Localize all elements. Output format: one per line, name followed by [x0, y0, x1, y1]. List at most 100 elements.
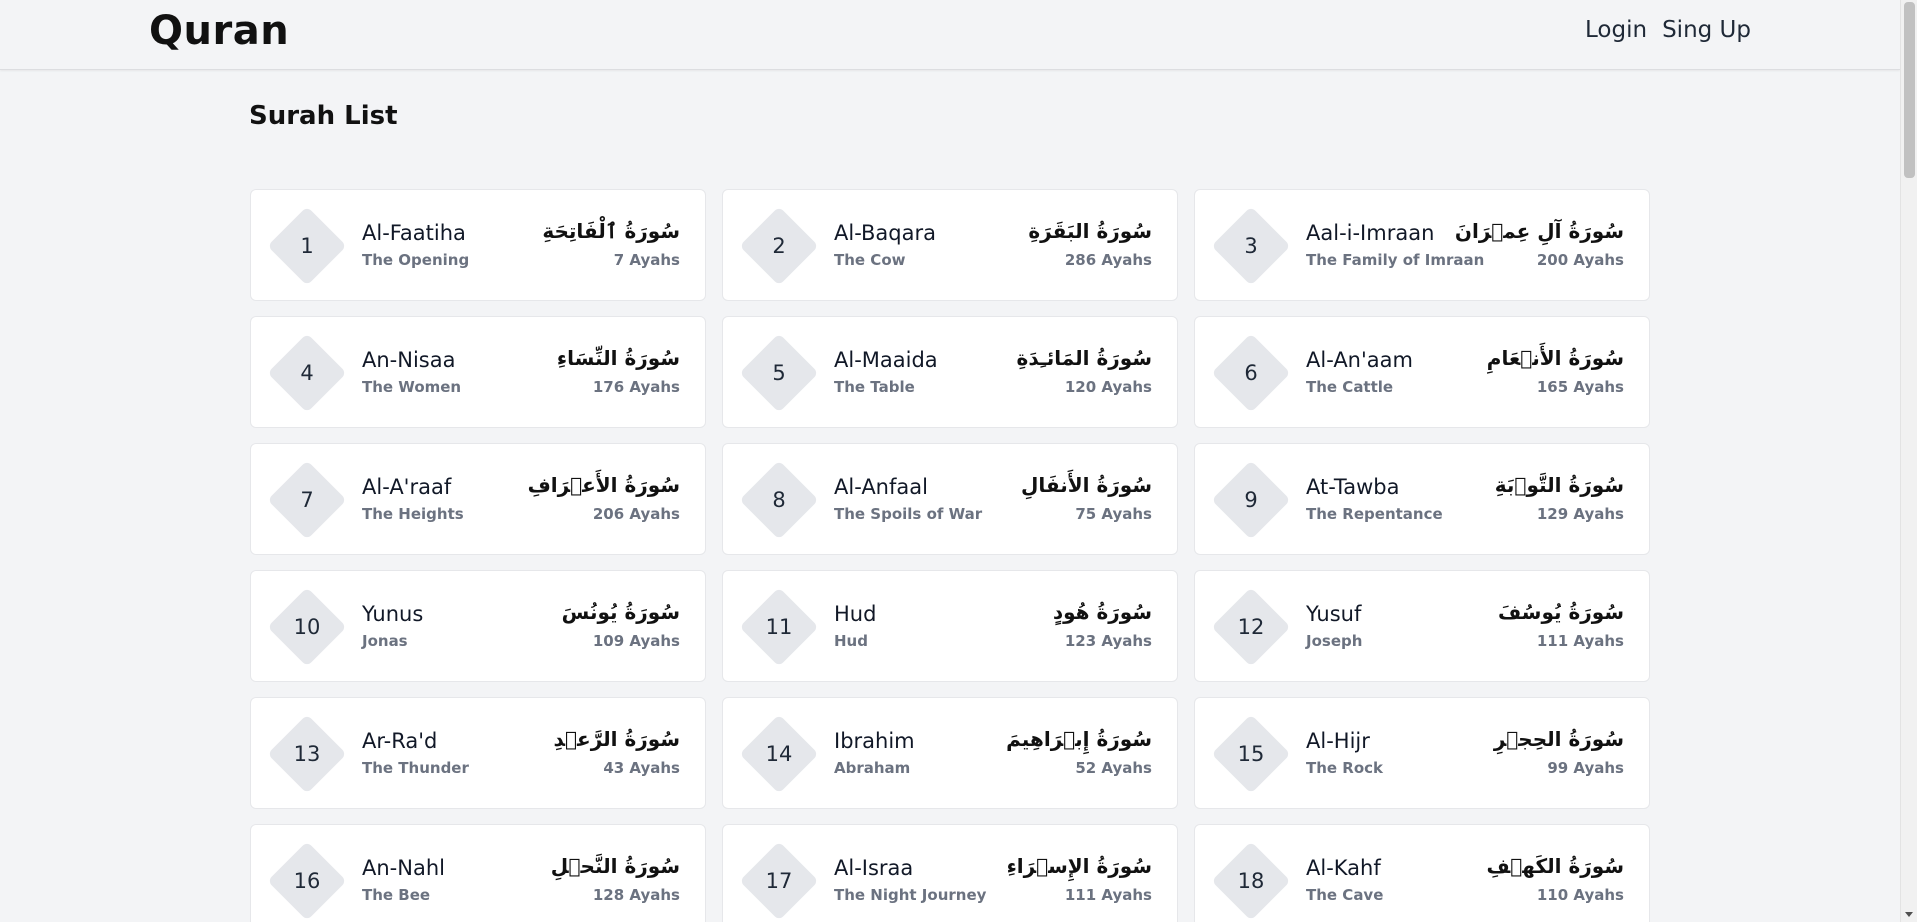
- surah-card[interactable]: 14 Ibrahim Abraham سُورَةُ إِبۡرَاهِيمَ 52 A…: [722, 697, 1178, 809]
- surah-card[interactable]: 4 An-Nisaa The Women سُورَةُ النِّسَاءِ 176 …: [250, 316, 706, 428]
- surah-arabic-name: سُورَةُ إِبۡرَاهِيمَ: [1006, 727, 1152, 751]
- surah-ayah-count: 109 Ayahs: [592, 632, 680, 650]
- surah-ayah-count: 43 Ayahs: [603, 759, 680, 777]
- surah-name: Al-An'aam: [1306, 348, 1413, 372]
- surah-card[interactable]: 1 Al-Faatiha The Opening سُورَةُ ٱلْفَاتِحَ…: [250, 189, 706, 301]
- surah-card[interactable]: 13 Ar-Ra'd The Thunder سُورَةُ الرَّعۡدِ 43 …: [250, 697, 706, 809]
- surah-meaning: Jonas: [362, 632, 408, 650]
- brand-logo[interactable]: Quran: [149, 8, 289, 54]
- surah-card[interactable]: 6 Al-An'aam The Cattle سُورَةُ الأَنۡعَامِ 1…: [1194, 316, 1650, 428]
- surah-ayah-count: 110 Ayahs: [1536, 886, 1624, 904]
- surah-name: Ibrahim: [834, 729, 915, 753]
- nav-links: Login Sing Up: [1585, 17, 1751, 43]
- surah-card[interactable]: 8 Al-Anfaal The Spoils of War سُورَةُ الأَن…: [722, 443, 1178, 555]
- scrollbar-thumb[interactable]: [1904, 2, 1915, 178]
- surah-ayah-count: 200 Ayahs: [1536, 251, 1624, 269]
- surah-meaning: The Night Journey: [834, 886, 987, 904]
- surah-number: 8: [772, 488, 786, 512]
- surah-meaning: Abraham: [834, 759, 911, 777]
- surah-meaning: Hud: [834, 632, 868, 650]
- surah-number: 7: [300, 488, 314, 512]
- surah-ayah-count: 7 Ayahs: [613, 251, 680, 269]
- surah-card[interactable]: 2 Al-Baqara The Cow سُورَةُ البَقَرَةِ 286 A…: [722, 189, 1178, 301]
- surah-card[interactable]: 18 Al-Kahf The Cave سُورَةُ الكَهۡفِ 110 Aya…: [1194, 824, 1650, 922]
- surah-ayah-count: 206 Ayahs: [592, 505, 680, 523]
- surah-arabic-name: سُورَةُ النَّحۡلِ: [550, 854, 680, 878]
- surah-number: 12: [1237, 615, 1265, 639]
- surah-arabic-name: سُورَةُ الإِسۡرَاءِ: [1006, 854, 1152, 878]
- vertical-scrollbar[interactable]: [1900, 0, 1917, 922]
- surah-arabic-name: سُورَةُ الأَنۡعَامِ: [1486, 346, 1624, 370]
- surah-ayah-count: 111 Ayahs: [1064, 886, 1152, 904]
- surah-meaning: The Bee: [362, 886, 431, 904]
- surah-name: An-Nahl: [362, 856, 445, 880]
- surah-arabic-name: سُورَةُ يُوسُفَ: [1497, 600, 1624, 624]
- page-title: Surah List: [249, 101, 398, 131]
- surah-name: An-Nisaa: [362, 348, 456, 372]
- surah-number: 4: [300, 361, 314, 385]
- surah-name: Yunus: [362, 602, 424, 626]
- surah-name: Al-Faatiha: [362, 221, 466, 245]
- surah-arabic-name: سُورَةُ ٱلْفَاتِحَةِ: [542, 219, 680, 243]
- surah-ayah-count: 286 Ayahs: [1064, 251, 1152, 269]
- surah-name: Hud: [834, 602, 877, 626]
- surah-number: 15: [1237, 742, 1265, 766]
- surah-meaning: The Rock: [1306, 759, 1384, 777]
- surah-number: 9: [1244, 488, 1258, 512]
- surah-number: 2: [772, 234, 786, 258]
- surah-arabic-name: سُورَةُ الأَنفَالِ: [1020, 473, 1152, 497]
- navbar: Quran Login Sing Up: [0, 0, 1900, 70]
- surah-number: 5: [772, 361, 786, 385]
- surah-arabic-name: سُورَةُ المَائـِدَةِ: [1016, 346, 1152, 370]
- surah-meaning: The Thunder: [362, 759, 469, 777]
- surah-ayah-count: 129 Ayahs: [1536, 505, 1624, 523]
- surah-meaning: The Women: [362, 378, 462, 396]
- surah-arabic-name: سُورَةُ الرَّعۡدِ: [553, 727, 680, 751]
- surah-card[interactable]: 15 Al-Hijr The Rock سُورَةُ الحِجۡرِ 99 Ayah…: [1194, 697, 1650, 809]
- surah-meaning: The Repentance: [1306, 505, 1443, 523]
- surah-name: Al-Israa: [834, 856, 914, 880]
- login-link[interactable]: Login: [1585, 17, 1647, 43]
- surah-ayah-count: 120 Ayahs: [1064, 378, 1152, 396]
- surah-number: 17: [765, 869, 793, 893]
- scroll-down-arrow-icon[interactable]: [1905, 912, 1913, 917]
- surah-ayah-count: 99 Ayahs: [1547, 759, 1624, 777]
- surah-number: 3: [1244, 234, 1258, 258]
- surah-number: 18: [1237, 869, 1265, 893]
- surah-number: 14: [765, 742, 793, 766]
- surah-arabic-name: سُورَةُ التَّوۡبَةِ: [1494, 473, 1624, 497]
- surah-card[interactable]: 12 Yusuf Joseph سُورَةُ يُوسُفَ 111 Ayahs: [1194, 570, 1650, 682]
- surah-ayah-count: 128 Ayahs: [592, 886, 680, 904]
- surah-meaning: The Cave: [1306, 886, 1384, 904]
- surah-number: 6: [1244, 361, 1258, 385]
- surah-number: 1: [300, 234, 314, 258]
- surah-arabic-name: سُورَةُ الكَهۡفِ: [1486, 854, 1624, 878]
- surah-card[interactable]: 5 Al-Maaida The Table سُورَةُ المَائـِدَةِ 1…: [722, 316, 1178, 428]
- surah-name: Al-Anfaal: [834, 475, 928, 499]
- surah-ayah-count: 176 Ayahs: [592, 378, 680, 396]
- surah-name: Yusuf: [1306, 602, 1362, 626]
- surah-arabic-name: سُورَةُ البَقَرَةِ: [1028, 219, 1152, 243]
- surah-grid: 1 Al-Faatiha The Opening سُورَةُ ٱلْفَاتِحَ…: [250, 189, 1650, 922]
- surah-ayah-count: 165 Ayahs: [1536, 378, 1624, 396]
- surah-name: Ar-Ra'd: [362, 729, 438, 753]
- surah-meaning: The Spoils of War: [834, 505, 983, 523]
- surah-meaning: The Cow: [834, 251, 906, 269]
- surah-ayah-count: 75 Ayahs: [1075, 505, 1152, 523]
- surah-number: 10: [293, 615, 321, 639]
- surah-card[interactable]: 16 An-Nahl The Bee سُورَةُ النَّحۡلِ 128 Aya…: [250, 824, 706, 922]
- surah-card[interactable]: 7 Al-A'raaf The Heights سُورَةُ الأَعۡرَافِ…: [250, 443, 706, 555]
- surah-card[interactable]: 9 At-Tawba The Repentance سُورَةُ التَّوۡبَ…: [1194, 443, 1650, 555]
- surah-card[interactable]: 11 Hud Hud سُورَةُ هُودٍ 123 Ayahs: [722, 570, 1178, 682]
- surah-ayah-count: 111 Ayahs: [1536, 632, 1624, 650]
- surah-card[interactable]: 3 Aal-i-Imraan The Family of Imraan سُورَةُ…: [1194, 189, 1650, 301]
- surah-meaning: The Opening: [362, 251, 470, 269]
- surah-card[interactable]: 17 Al-Israa The Night Journey سُورَةُ الإِس…: [722, 824, 1178, 922]
- surah-number: 13: [293, 742, 321, 766]
- signup-link[interactable]: Sing Up: [1662, 17, 1751, 43]
- surah-ayah-count: 123 Ayahs: [1064, 632, 1152, 650]
- surah-meaning: The Cattle: [1306, 378, 1394, 396]
- surah-name: Al-Maaida: [834, 348, 938, 372]
- surah-arabic-name: سُورَةُ النِّسَاءِ: [556, 346, 680, 370]
- surah-card[interactable]: 10 Yunus Jonas سُورَةُ يُونُسَ 109 Ayahs: [250, 570, 706, 682]
